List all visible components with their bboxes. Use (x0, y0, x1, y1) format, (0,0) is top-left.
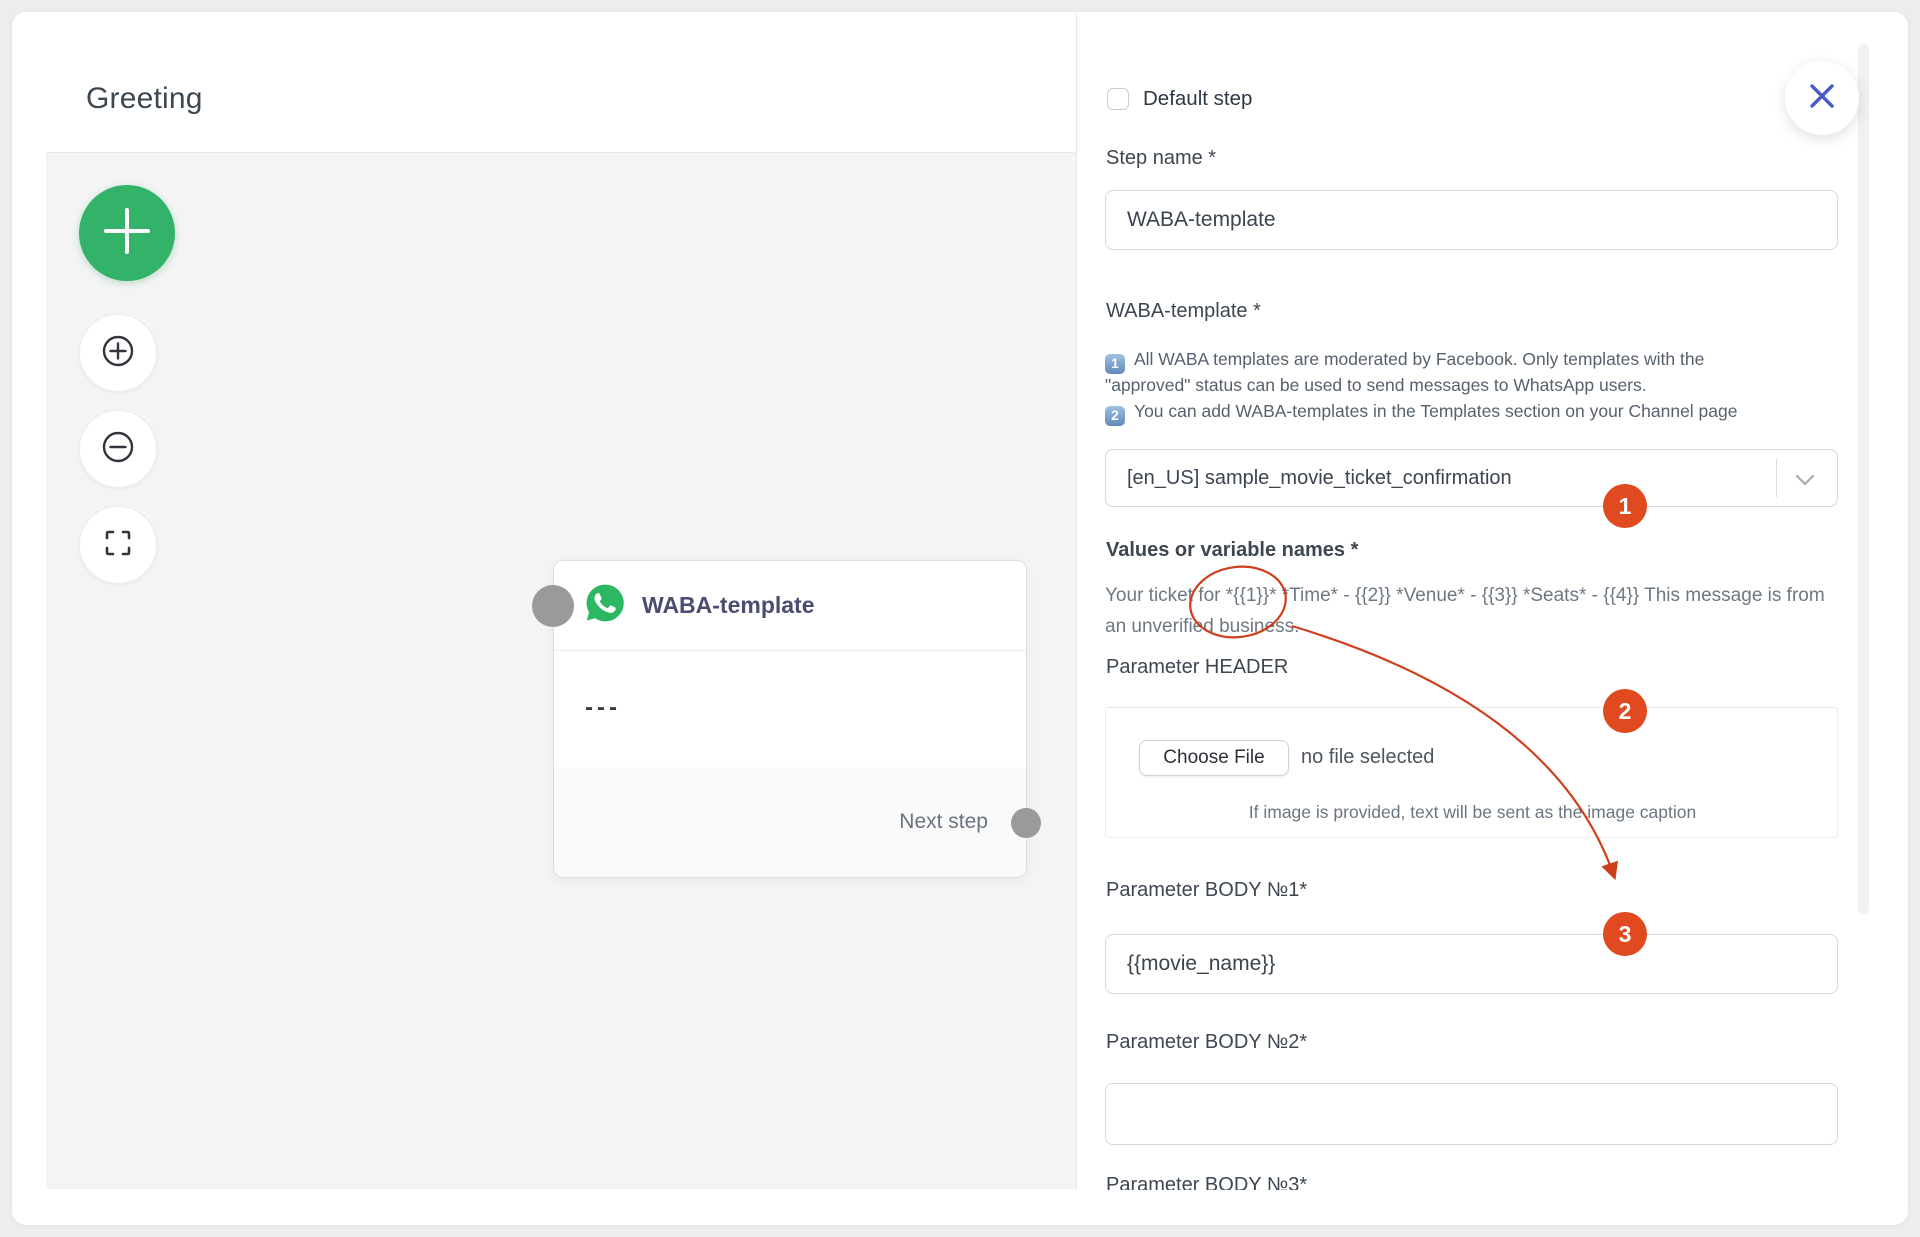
step-node-footer: Next step (554, 767, 1026, 877)
whatsapp-icon (584, 582, 626, 629)
chevron-down-icon (1795, 473, 1815, 491)
image-caption-note: If image is provided, text will be sent … (1106, 802, 1839, 823)
zoom-out-icon (95, 424, 141, 475)
default-step-checkbox[interactable] (1107, 88, 1129, 110)
values-label: Values or variable names * (1106, 539, 1358, 562)
zoom-in-button[interactable] (79, 314, 157, 392)
step-node-body: --- (554, 652, 1026, 768)
step-name-input[interactable] (1105, 190, 1838, 250)
next-step-label: Next step (899, 767, 988, 877)
flow-builder-screen: Greeting (0, 0, 1920, 1237)
file-status-text: no file selected (1301, 746, 1434, 769)
info-note-line-1: 1All WABA templates are moderated by Fac… (1105, 347, 1704, 374)
flow-title: Greeting (86, 82, 203, 116)
node-body-placeholder: --- (585, 694, 621, 722)
parameter-body-2-label: Parameter BODY №2* (1106, 1031, 1307, 1054)
annotation-badge-2: 2 (1603, 689, 1647, 733)
default-step-label: Default step (1143, 87, 1252, 111)
close-icon (1805, 79, 1839, 118)
fit-view-button[interactable] (79, 506, 157, 584)
step-node[interactable]: WABA-template --- Next step (553, 560, 1027, 878)
step-name-label: Step name * (1106, 147, 1216, 170)
parameter-header-label: Parameter HEADER (1106, 656, 1288, 679)
panel-clip-cover (1077, 1190, 1897, 1223)
parameter-body-1-input[interactable] (1105, 934, 1838, 994)
panel-scrollbar[interactable] (1858, 44, 1869, 914)
file-upload-panel: Choose File no file selected If image is… (1105, 707, 1838, 838)
fit-view-icon (96, 521, 140, 570)
zoom-out-button[interactable] (79, 410, 157, 488)
node-input-handle[interactable] (532, 585, 574, 627)
waba-template-label: WABA-template * (1106, 300, 1261, 323)
node-output-handle[interactable] (1011, 808, 1041, 838)
parameter-body-2-input[interactable] (1105, 1083, 1838, 1145)
annotation-badge-1: 1 (1603, 484, 1647, 528)
close-button[interactable] (1785, 61, 1859, 135)
step-node-header: WABA-template (554, 561, 1026, 651)
annotation-badge-3: 3 (1603, 912, 1647, 956)
info-note-line-2: "approved" status can be used to send me… (1105, 373, 1647, 397)
zoom-in-icon (95, 328, 141, 379)
parameter-body-1-label: Parameter BODY №1* (1106, 879, 1307, 902)
keycap-2-icon: 2 (1105, 406, 1125, 426)
select-divider (1776, 459, 1777, 497)
template-select[interactable]: [en_US] sample_movie_ticket_confirmation (1105, 449, 1838, 507)
keycap-1-icon: 1 (1105, 354, 1125, 374)
plus-icon (103, 207, 151, 260)
template-preview-line-2: an unverified business. (1105, 616, 1299, 638)
add-step-button[interactable] (79, 185, 175, 281)
template-select-value: [en_US] sample_movie_ticket_confirmation (1127, 450, 1512, 506)
choose-file-button[interactable]: Choose File (1139, 740, 1289, 776)
step-node-title: WABA-template (642, 592, 815, 619)
template-preview-line-1: Your ticket for *{{1}}* *Time* - {{2}} *… (1105, 585, 1825, 607)
panel-divider (1076, 12, 1077, 1189)
info-note-line-3: 2You can add WABA-templates in the Templ… (1105, 399, 1737, 426)
